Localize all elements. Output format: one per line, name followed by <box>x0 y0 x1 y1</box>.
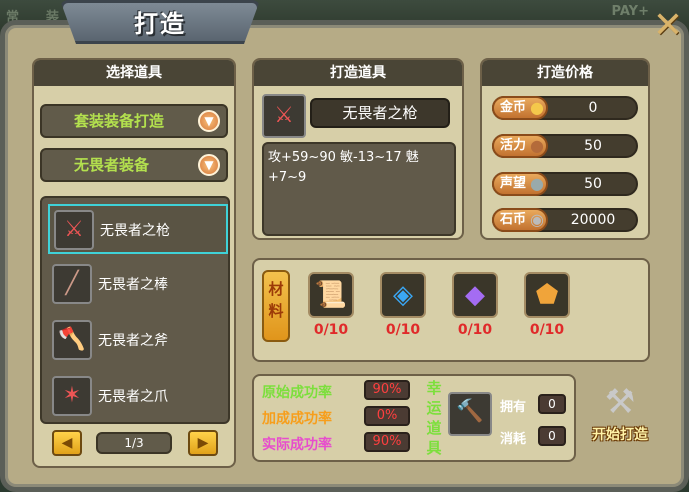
list-item[interactable]: 🪓 无畏者之斧 <box>48 316 228 366</box>
scroll-icon[interactable]: 📜 <box>308 272 354 318</box>
forge-item-panel: 打造道具 ⚔ 无畏者之枪 攻+59~90 敏-13~17 魅+7~9 <box>252 58 464 240</box>
meat-icon: ● <box>530 136 544 155</box>
equipment-dropdown[interactable]: 无畏者装备 ▼ <box>40 148 228 182</box>
spear-icon: ⚔ <box>54 210 94 250</box>
set-forge-dropdown[interactable]: 套装装备打造 ▼ <box>40 104 228 138</box>
spear-icon: ⚔ <box>262 94 306 138</box>
window-title: 打造 <box>134 10 186 38</box>
lucky-item-label: 幸运道具 <box>426 379 442 457</box>
price-panel: 打造价格 金币 ● 0 活力 ● 50 声望 ● 50 石币 ◉ 20000 <box>480 58 650 240</box>
own-value: 0 <box>538 394 566 414</box>
start-forge-button[interactable]: ⚒ 开始打造 <box>580 380 660 454</box>
price-row-fame: 声望 ● 50 <box>492 172 638 196</box>
actual-rate-value: 90% <box>364 432 410 452</box>
base-rate-value: 90% <box>364 380 410 400</box>
own-label: 拥有 <box>500 400 527 415</box>
purple-crystal-icon[interactable]: ◆ <box>452 272 498 318</box>
list-item[interactable]: ╱ 无畏者之棒 <box>48 260 228 310</box>
price-row-gold: 金币 ● 0 <box>492 96 638 120</box>
amber-ore-icon[interactable]: ⬟ <box>524 272 570 318</box>
price-value: 50 <box>584 138 602 154</box>
start-forge-label: 开始打造 <box>592 427 648 443</box>
list-item[interactable]: ✶ 无畏者之爪 <box>48 372 228 422</box>
forge-panel-header: 打造道具 <box>254 60 462 86</box>
success-rate-panel: 原始成功率 90% 加成成功率 0% 实际成功率 90% 幸运道具 🔨 拥有 0… <box>252 374 576 462</box>
price-row-energy: 活力 ● 50 <box>492 134 638 158</box>
use-label: 消耗 <box>500 432 527 447</box>
hammer-icon[interactable]: 🔨 <box>448 392 492 436</box>
forge-item-name: 无畏者之枪 <box>310 98 450 128</box>
bonus-rate-value: 0% <box>364 406 410 426</box>
chevron-down-icon[interactable]: ▼ <box>198 154 220 176</box>
equipment-dropdown-label: 无畏者装备 <box>74 156 150 174</box>
set-forge-dropdown-label: 套装装备打造 <box>74 112 165 130</box>
prev-page-button[interactable]: ◀ <box>52 430 82 456</box>
price-panel-header: 打造价格 <box>482 60 648 86</box>
blue-gem-icon[interactable]: ◈ <box>380 272 426 318</box>
item-label: 无畏者之枪 <box>100 223 170 239</box>
club-icon: ╱ <box>52 264 92 304</box>
materials-panel: 材料 📜 0/10 ◈ 0/10 ◆ 0/10 ⬟ 0/10 <box>252 258 650 362</box>
price-value: 0 <box>588 100 598 116</box>
bonus-rate-label: 加成成功率 <box>262 411 332 427</box>
material-count: 0/10 <box>529 322 565 338</box>
item-list: ⚔ 无畏者之枪 ╱ 无畏者之棒 🪓 无畏者之斧 ✶ 无畏者之爪 <box>40 196 230 424</box>
orb-icon: ● <box>530 174 544 193</box>
stone-coin-icon: ◉ <box>530 210 544 229</box>
material-count: 0/10 <box>385 322 421 338</box>
material-count: 0/10 <box>457 322 493 338</box>
axe-icon: 🪓 <box>52 320 92 360</box>
payplus-label: PAY+ <box>611 4 649 19</box>
use-value: 0 <box>538 426 566 446</box>
item-label: 无畏者之斧 <box>98 333 168 349</box>
next-page-button[interactable]: ▶ <box>188 430 218 456</box>
list-item[interactable]: ⚔ 无畏者之枪 <box>48 204 228 254</box>
material-count: 0/10 <box>313 322 349 338</box>
claw-icon: ✶ <box>52 376 92 416</box>
price-value: 50 <box>584 176 602 192</box>
page-indicator: 1/3 <box>96 432 172 454</box>
chevron-down-icon[interactable]: ▼ <box>198 110 220 132</box>
close-icon[interactable]: ✕ <box>652 8 684 44</box>
item-stats: 攻+59~90 敏-13~17 魅+7~9 <box>262 142 456 236</box>
actual-rate-label: 实际成功率 <box>262 437 332 453</box>
materials-tag: 材料 <box>262 270 290 342</box>
select-item-panel: 选择道具 套装装备打造 ▼ 无畏者装备 ▼ ⚔ 无畏者之枪 ╱ 无畏者之棒 🪓 … <box>32 58 236 468</box>
price-row-stone: 石币 ◉ 20000 <box>492 208 638 232</box>
base-rate-label: 原始成功率 <box>262 385 332 401</box>
coin-icon: ● <box>530 98 544 117</box>
item-label: 无畏者之爪 <box>98 389 168 405</box>
item-label: 无畏者之棒 <box>98 277 168 293</box>
anvil-icon: ⚒ <box>604 382 636 422</box>
price-value: 20000 <box>570 212 616 228</box>
select-panel-header: 选择道具 <box>34 60 234 86</box>
